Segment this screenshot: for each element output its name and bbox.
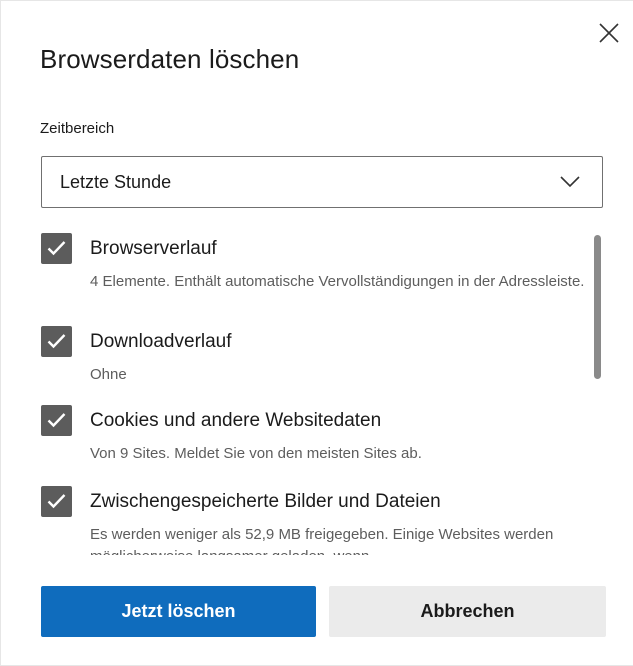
scrollbar[interactable] xyxy=(594,235,601,379)
checkmark-icon xyxy=(47,241,66,256)
close-icon xyxy=(599,23,619,43)
cached-images-checkbox[interactable] xyxy=(41,486,72,517)
data-types-list: Browserverlauf 4 Elemente. Enthält autom… xyxy=(41,233,603,555)
checkmark-icon xyxy=(47,334,66,349)
time-range-label: Zeitbereich xyxy=(40,120,115,137)
time-range-select[interactable]: Letzte Stunde xyxy=(41,156,603,208)
option-description: Ohne xyxy=(90,366,127,383)
checkmark-icon xyxy=(47,494,66,509)
cancel-button[interactable]: Abbrechen xyxy=(329,586,606,637)
option-title: Zwischengespeicherte Bilder und Dateien xyxy=(90,491,441,512)
option-title: Cookies und andere Websitedaten xyxy=(90,410,382,431)
download-history-checkbox[interactable] xyxy=(41,326,72,357)
option-description: Es werden weniger als 52,9 MB freigegebe… xyxy=(90,526,554,555)
option-description: Von 9 Sites. Meldet Sie von den meisten … xyxy=(90,445,422,462)
clear-browsing-data-dialog: Browserdaten löschen Zeitbereich Letzte … xyxy=(0,0,633,666)
checkmark-icon xyxy=(47,413,66,428)
option-title: Browserverlauf xyxy=(90,238,217,259)
chevron-down-icon xyxy=(560,176,580,188)
option-title: Downloadverlauf xyxy=(90,331,232,352)
cookies-checkbox[interactable] xyxy=(41,405,72,436)
dialog-title: Browserdaten löschen xyxy=(40,44,300,74)
clear-now-button[interactable]: Jetzt löschen xyxy=(41,586,316,637)
option-description: 4 Elemente. Enthält automatische Vervoll… xyxy=(90,273,585,290)
browsing-history-checkbox[interactable] xyxy=(41,233,72,264)
time-range-value: Letzte Stunde xyxy=(60,172,172,192)
close-button[interactable] xyxy=(595,19,623,47)
